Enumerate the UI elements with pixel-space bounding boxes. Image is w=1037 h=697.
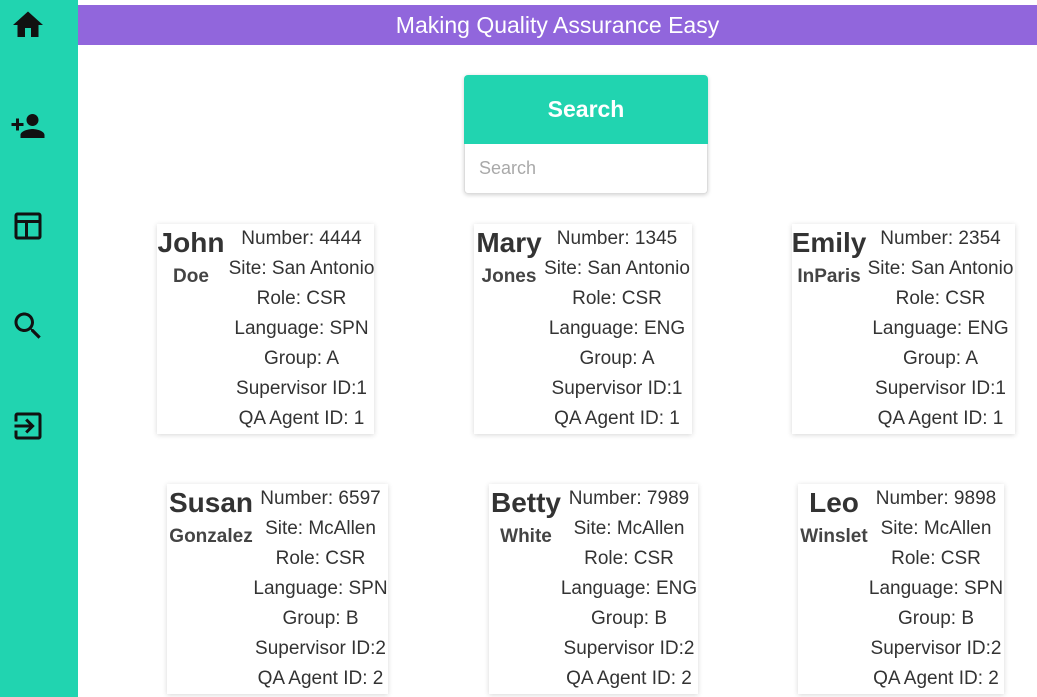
agent-site: Site: McAllen bbox=[265, 518, 376, 539]
search-panel: Search bbox=[464, 75, 708, 194]
agent-last-name: Jones bbox=[481, 266, 537, 287]
agent-qa-agent-id: QA Agent ID: 1 bbox=[238, 408, 365, 429]
agent-name: Leo Winslet bbox=[798, 484, 870, 694]
agent-number: Number: 4444 bbox=[241, 228, 362, 249]
agent-site: Site: McAllen bbox=[573, 518, 685, 539]
agent-site: Site: San Antonio bbox=[867, 258, 1014, 279]
agent-name: Susan Gonzalez bbox=[167, 484, 255, 694]
agent-details: Number: 6597 Site: McAllen Role: CSR Lan… bbox=[253, 484, 388, 694]
agent-number: Number: 2354 bbox=[880, 228, 1001, 249]
agent-qa-agent-id: QA Agent ID: 2 bbox=[257, 668, 384, 689]
agent-card[interactable]: Leo Winslet Number: 9898 Site: McAllen R… bbox=[798, 484, 1004, 694]
agent-language: Language: SPN bbox=[868, 578, 1004, 599]
agent-card[interactable]: Mary Jones Number: 1345 Site: San Antoni… bbox=[474, 224, 692, 434]
agent-qa-agent-id: QA Agent ID: 2 bbox=[566, 668, 692, 689]
agent-name: John Doe bbox=[157, 224, 225, 434]
nav-table[interactable] bbox=[8, 206, 48, 246]
header-banner: Making Quality Assurance Easy bbox=[78, 5, 1037, 45]
agent-card[interactable]: John Doe Number: 4444 Site: San Antonio … bbox=[157, 224, 374, 434]
table-icon bbox=[14, 212, 42, 240]
agent-site: Site: McAllen bbox=[880, 518, 992, 539]
agent-group: Group: B bbox=[282, 608, 359, 629]
search-button[interactable]: Search bbox=[464, 75, 708, 144]
agent-supervisor-id: Supervisor ID:2 bbox=[563, 638, 695, 659]
agent-group: Group: A bbox=[264, 348, 339, 369]
agent-supervisor-id: Supervisor ID:1 bbox=[236, 378, 367, 399]
agent-number: Number: 9898 bbox=[875, 488, 997, 509]
agent-role: Role: CSR bbox=[572, 288, 662, 309]
agent-language: Language: ENG bbox=[548, 318, 686, 339]
agent-first-name: Mary bbox=[476, 227, 542, 258]
page-title: Making Quality Assurance Easy bbox=[395, 11, 720, 38]
agent-group: Group: A bbox=[903, 348, 978, 369]
agent-details: Number: 4444 Site: San Antonio Role: CSR… bbox=[228, 224, 375, 434]
agent-first-name: Leo bbox=[809, 487, 859, 518]
agent-name: Mary Jones bbox=[474, 224, 544, 434]
agent-role: Role: CSR bbox=[895, 288, 986, 309]
sidebar bbox=[0, 0, 78, 697]
agent-supervisor-id: Supervisor ID:1 bbox=[551, 378, 683, 399]
agent-group: Group: B bbox=[590, 608, 668, 629]
agent-language: Language: ENG bbox=[872, 318, 1009, 339]
agent-language: Language: SPN bbox=[234, 318, 369, 339]
agent-language: Language: ENG bbox=[560, 578, 698, 599]
home-icon bbox=[13, 11, 43, 37]
agent-number: Number: 1345 bbox=[556, 228, 678, 249]
agent-role: Role: CSR bbox=[891, 548, 981, 569]
agent-site: Site: San Antonio bbox=[544, 258, 690, 279]
agent-last-name: White bbox=[500, 526, 552, 547]
agent-site: Site: San Antonio bbox=[228, 258, 375, 279]
agent-role: Role: CSR bbox=[256, 288, 347, 309]
search-icon bbox=[14, 312, 41, 339]
agent-card[interactable]: Betty White Number: 7989 Site: McAllen R… bbox=[489, 484, 698, 694]
nav-search[interactable] bbox=[8, 306, 48, 346]
agent-last-name: Doe bbox=[173, 266, 209, 287]
agent-details: Number: 2354 Site: San Antonio Role: CSR… bbox=[866, 224, 1015, 434]
logout-icon bbox=[14, 412, 42, 440]
agent-name: Emily InParis bbox=[791, 224, 867, 434]
agent-qa-agent-id: QA Agent ID: 2 bbox=[873, 668, 999, 689]
agent-supervisor-id: Supervisor ID:1 bbox=[875, 378, 1006, 399]
agent-details: Number: 1345 Site: San Antonio Role: CSR… bbox=[542, 224, 692, 434]
agent-name: Betty White bbox=[489, 484, 563, 694]
agent-first-name: Susan bbox=[168, 487, 254, 518]
agent-group: Group: B bbox=[897, 608, 975, 629]
agent-first-name: John bbox=[157, 227, 225, 258]
nav-home[interactable] bbox=[8, 5, 48, 45]
agent-qa-agent-id: QA Agent ID: 1 bbox=[554, 408, 680, 429]
agent-details: Number: 9898 Site: McAllen Role: CSR Lan… bbox=[868, 484, 1004, 694]
add-user-icon bbox=[11, 114, 45, 138]
agent-supervisor-id: Supervisor ID:2 bbox=[870, 638, 1002, 659]
agent-last-name: Gonzalez bbox=[169, 526, 253, 547]
search-input[interactable] bbox=[464, 144, 708, 194]
agent-details: Number: 7989 Site: McAllen Role: CSR Lan… bbox=[560, 484, 698, 694]
agent-number: Number: 6597 bbox=[260, 488, 381, 509]
agent-group: Group: A bbox=[579, 348, 655, 369]
nav-add-user[interactable] bbox=[8, 106, 48, 146]
agent-language: Language: SPN bbox=[253, 578, 388, 599]
agent-card[interactable]: Susan Gonzalez Number: 6597 Site: McAlle… bbox=[167, 484, 388, 694]
agent-last-name: Winslet bbox=[800, 526, 868, 547]
agent-card[interactable]: Emily InParis Number: 2354 Site: San Ant… bbox=[792, 224, 1015, 434]
agent-supervisor-id: Supervisor ID:2 bbox=[255, 638, 386, 659]
agent-role: Role: CSR bbox=[275, 548, 366, 569]
agent-qa-agent-id: QA Agent ID: 1 bbox=[877, 408, 1004, 429]
agent-number: Number: 7989 bbox=[568, 488, 690, 509]
agent-last-name: InParis bbox=[797, 266, 861, 287]
agent-first-name: Emily bbox=[791, 227, 867, 258]
agent-first-name: Betty bbox=[490, 487, 561, 518]
agent-role: Role: CSR bbox=[584, 548, 674, 569]
nav-logout[interactable] bbox=[8, 406, 48, 446]
